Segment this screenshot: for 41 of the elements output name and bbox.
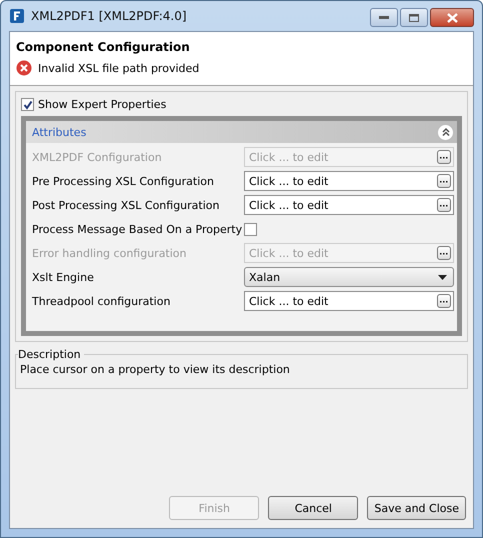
property-label: Post Processing XSL Configuration [32,198,220,212]
maximize-icon [409,14,419,22]
dialog-button[interactable]: Cancel [268,496,358,520]
group-title: Description [18,348,82,361]
ellipsis-icon [440,253,448,256]
browse-button[interactable] [437,174,451,188]
description-text: Place cursor on a property to view its description [20,363,291,376]
browse-button[interactable] [437,198,451,212]
ellipsis-icon [440,157,448,160]
header-title: Component Configuration [16,40,191,54]
error-icon [16,60,32,76]
checkbox-label: Show Expert Properties [38,98,166,111]
browse-button[interactable] [437,294,451,308]
ellipsis-icon [440,301,448,304]
app-logo-icon [9,8,25,24]
dropdown[interactable]: Xalan [244,267,454,287]
close-icon [446,12,458,22]
property-field[interactable]: Click ... to edit [244,195,454,215]
caret-icon [438,274,447,280]
property-label: Xslt Engine [32,270,95,284]
minimize-button[interactable] [370,8,398,27]
property-label: Threadpool configuration [32,294,172,308]
property-field[interactable]: Click ... to edit [244,171,454,191]
error-message: Invalid XSL file path provided [38,62,200,74]
property-field[interactable]: Click ... to edit [244,291,454,311]
property-label: Pre Processing XSL Configuration [32,174,215,188]
close-button[interactable] [430,8,474,27]
property-label: Process Message Based On a Property [32,222,240,236]
property-label: XML2PDF Configuration [32,150,163,164]
collapse-button[interactable] [438,124,453,140]
window-title: XML2PDF1 [XML2PDF:4.0] [31,9,187,23]
ellipsis-icon [440,181,448,184]
section-title: Attributes [32,126,86,138]
dialog-button[interactable]: Save and Close [367,496,466,520]
checkbox[interactable] [21,98,34,111]
minimize-icon [379,16,389,20]
checkbox[interactable] [244,222,257,236]
chevron-icon [440,127,450,137]
property-label: Error handling configuration [32,246,188,260]
ellipsis-icon [440,205,448,208]
maximize-button[interactable] [400,8,428,27]
